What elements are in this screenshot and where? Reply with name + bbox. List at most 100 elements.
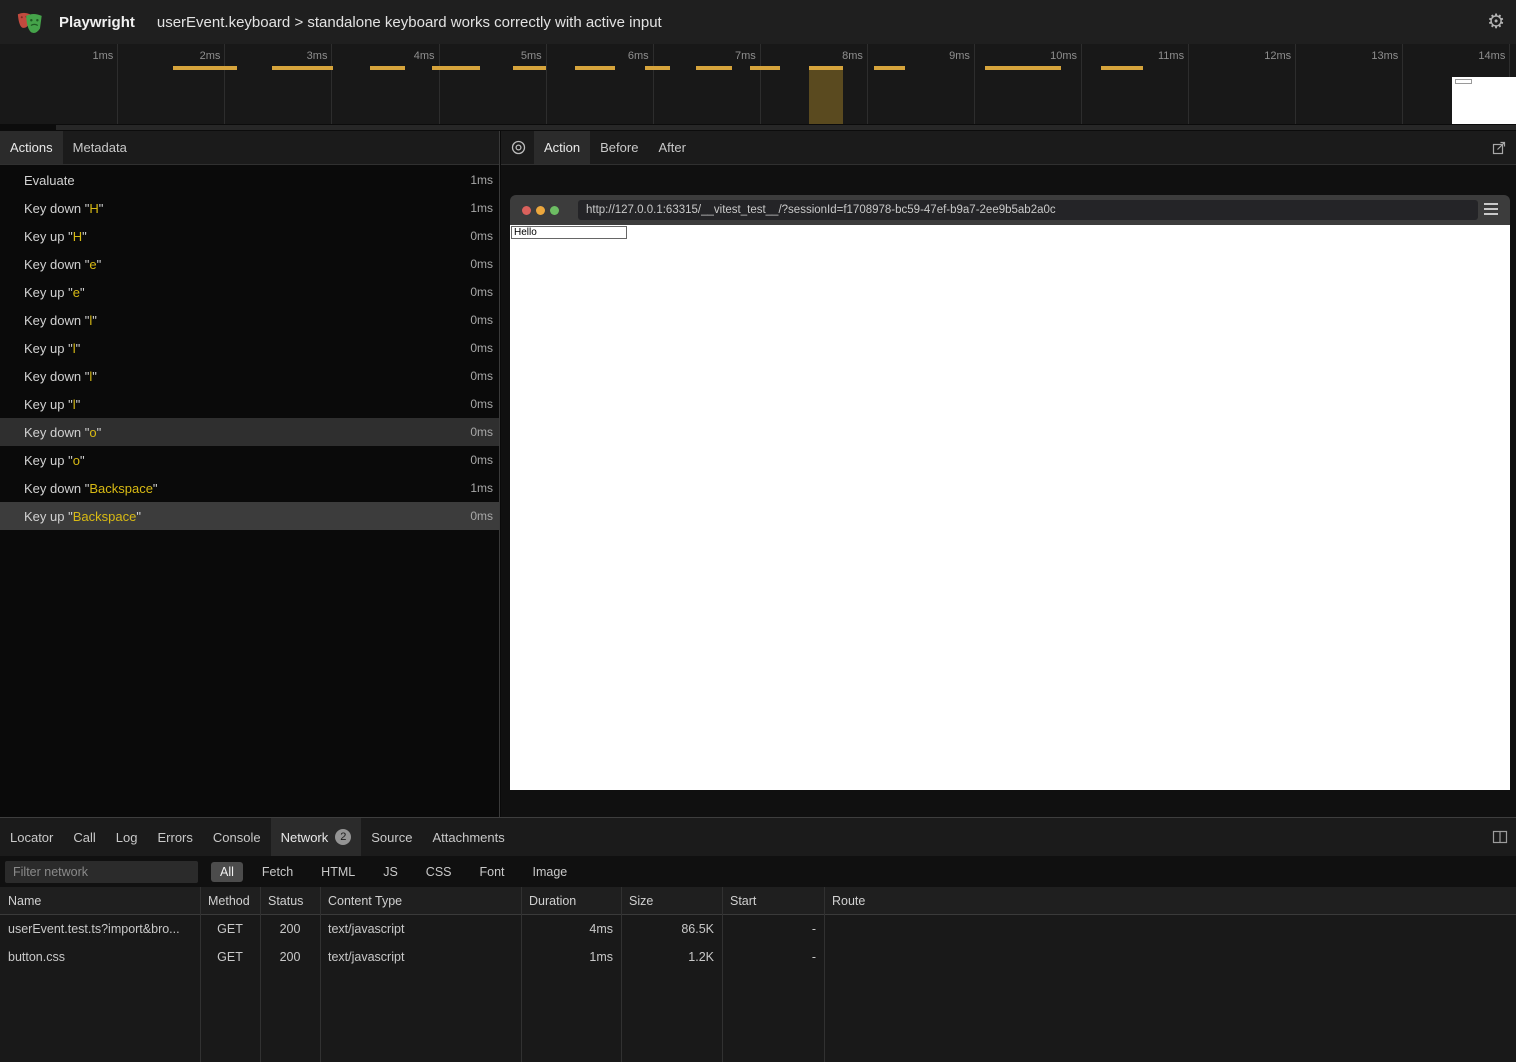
action-duration: 0ms	[470, 425, 493, 439]
timeline-gridline	[974, 44, 975, 124]
timeline-gridline	[1295, 44, 1296, 124]
action-row[interactable]: Key up "l"0ms	[0, 334, 499, 362]
action-label: Key up "Backspace"	[24, 509, 141, 524]
url-bar[interactable]: http://127.0.0.1:63315/__vitest_test__/?…	[578, 200, 1478, 220]
playwright-logo-icon	[16, 9, 44, 35]
action-duration: 1ms	[470, 481, 493, 495]
timeline-action-bar	[696, 66, 732, 70]
cell-size: 86.5K	[621, 922, 722, 936]
tab-locator[interactable]: Locator	[0, 818, 63, 856]
filter-chip-fetch[interactable]: Fetch	[253, 862, 302, 882]
tab-metadata[interactable]: Metadata	[63, 131, 137, 164]
timeline-action-bar	[575, 66, 615, 70]
action-row[interactable]: Key down "l"0ms	[0, 306, 499, 334]
action-row[interactable]: Key down "H" 1ms	[0, 194, 499, 222]
filter-chip-image[interactable]: Image	[524, 862, 577, 882]
action-label: Key up "e"	[24, 285, 85, 300]
open-external-icon[interactable]	[1492, 131, 1516, 164]
filter-chip-js[interactable]: JS	[374, 862, 407, 882]
column-header-size[interactable]: Size	[621, 894, 722, 908]
cell-duration: 4ms	[521, 922, 621, 936]
timeline-scrollbar-thumb[interactable]	[56, 125, 1516, 130]
tab-source[interactable]: Source	[361, 818, 422, 856]
settings-gear-icon[interactable]: ⚙	[1487, 12, 1505, 32]
timeline-selection[interactable]	[809, 66, 843, 124]
action-key: e	[89, 257, 96, 272]
tab-after[interactable]: After	[648, 131, 695, 164]
action-row[interactable]: Key up "e"0ms	[0, 278, 499, 306]
traffic-light-yellow-icon	[536, 206, 545, 215]
timeline-tick-label: 13ms	[1328, 50, 1398, 63]
action-row[interactable]: Key up "o"0ms	[0, 446, 499, 474]
timeline-gridline	[1402, 44, 1403, 124]
tab-call[interactable]: Call	[63, 818, 105, 856]
action-duration: 0ms	[470, 453, 493, 467]
action-duration: 0ms	[470, 397, 493, 411]
action-duration: 1ms	[470, 201, 493, 215]
test-title: userEvent.keyboard > standalone keyboard…	[157, 14, 662, 31]
timeline[interactable]: 1ms2ms3ms4ms5ms6ms7ms8ms9ms10ms11ms12ms1…	[0, 44, 1516, 131]
filter-chip-css[interactable]: CSS	[417, 862, 461, 882]
tab-errors[interactable]: Errors	[147, 818, 202, 856]
text-input[interactable]	[511, 226, 627, 239]
timeline-gridline	[1081, 44, 1082, 124]
timeline-tick-label: 6ms	[579, 50, 649, 63]
action-row[interactable]: Key down "l"0ms	[0, 362, 499, 390]
column-header-name[interactable]: Name	[0, 894, 200, 908]
action-row[interactable]: Evaluate1ms	[0, 166, 499, 194]
pick-locator-icon[interactable]	[501, 131, 534, 164]
cell-method: GET	[200, 950, 260, 964]
column-separator	[260, 887, 261, 1062]
filter-chip-all[interactable]: All	[211, 862, 243, 882]
action-duration: 0ms	[470, 341, 493, 355]
tab-attachments[interactable]: Attachments	[422, 818, 514, 856]
action-row[interactable]: Key up "l" 0ms	[0, 390, 499, 418]
timeline-tick-label: 7ms	[686, 50, 756, 63]
column-separator	[521, 887, 522, 1062]
action-key: Backspace	[89, 481, 153, 496]
network-table-header: NameMethodStatusContent TypeDurationSize…	[0, 887, 1516, 915]
filter-network-input[interactable]	[5, 861, 198, 883]
network-request-row[interactable]: userEvent.test.ts?import&bro...GET200tex…	[0, 915, 1516, 943]
timeline-gridline	[653, 44, 654, 124]
column-header-start[interactable]: Start	[722, 894, 824, 908]
action-label: Key down "H"	[24, 201, 103, 216]
action-row[interactable]: Key up "H"0ms	[0, 222, 499, 250]
tab-console[interactable]: Console	[203, 818, 271, 856]
column-header-ct[interactable]: Content Type	[320, 894, 521, 908]
column-header-route[interactable]: Route	[824, 894, 1516, 908]
tab-metadata-label: Metadata	[73, 140, 127, 155]
topbar: Playwright userEvent.keyboard > standalo…	[0, 0, 1516, 44]
network-filter-chips: All Fetch HTML JS CSS Font Image	[211, 862, 576, 882]
tab-action[interactable]: Action	[534, 131, 590, 164]
action-label: Key up "l"	[24, 397, 80, 412]
action-row[interactable]: Key down "o"0ms	[0, 418, 499, 446]
timeline-tick-label: 12ms	[1221, 50, 1291, 63]
filter-chip-font[interactable]: Font	[471, 862, 514, 882]
column-header-duration[interactable]: Duration	[521, 894, 621, 908]
traffic-light-green-icon	[550, 206, 559, 215]
timeline-tick-label: 3ms	[257, 50, 327, 63]
timeline-scrollbar[interactable]	[0, 124, 1516, 131]
columns-toggle-icon[interactable]	[1492, 818, 1516, 856]
action-row[interactable]: Key up "Backspace"0ms	[0, 502, 499, 530]
column-separator	[824, 887, 825, 1062]
action-row[interactable]: Key down "Backspace"1ms	[0, 474, 499, 502]
timeline-gridline	[867, 44, 868, 124]
filter-chip-html[interactable]: HTML	[312, 862, 364, 882]
column-header-status[interactable]: Status	[260, 894, 320, 908]
tab-log[interactable]: Log	[106, 818, 148, 856]
column-separator	[722, 887, 723, 1062]
tab-network[interactable]: Network2	[271, 818, 362, 856]
column-header-method[interactable]: Method	[200, 894, 260, 908]
tab-before[interactable]: Before	[590, 131, 648, 164]
tab-action-label: Action	[544, 140, 580, 155]
menu-icon[interactable]	[1484, 203, 1498, 218]
timeline-gridline	[546, 44, 547, 124]
action-row[interactable]: Key down "e"0ms	[0, 250, 499, 278]
action-label: Key down "l"	[24, 369, 97, 384]
network-request-row[interactable]: button.cssGET200text/javascript1ms1.2K-	[0, 943, 1516, 971]
film-strip-thumbnail[interactable]	[1452, 77, 1516, 124]
tab-actions[interactable]: Actions	[0, 131, 63, 164]
details-tabstrip: LocatorCallLogErrorsConsoleNetwork2Sourc…	[0, 818, 1516, 856]
